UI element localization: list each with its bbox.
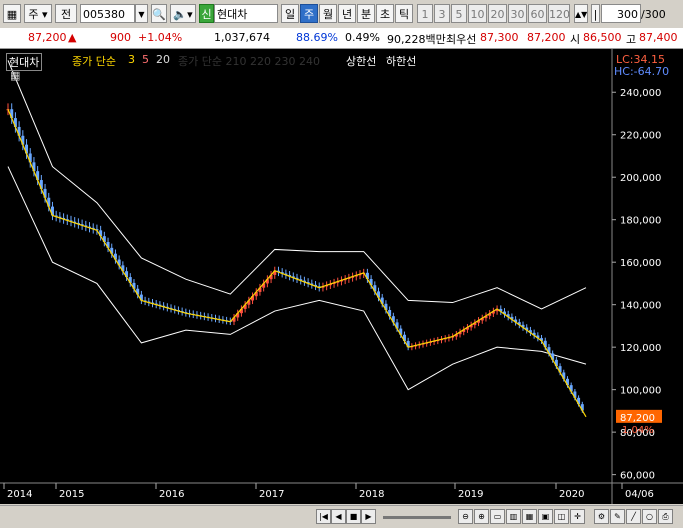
- period-tab-3[interactable]: 년: [338, 4, 356, 23]
- save-icon[interactable]: ▣: [538, 509, 553, 524]
- up-arrow-icon: ▲: [68, 31, 77, 44]
- current-price: 87,200: [28, 31, 67, 44]
- table-icon[interactable]: ▦: [10, 69, 20, 82]
- y-tick-label: 60,000: [620, 471, 655, 482]
- y-tick-label: 100,000: [620, 386, 661, 397]
- x-tick-label: 2017: [259, 489, 284, 500]
- price-chart[interactable]: 240,000 220,000 200,000 180,000 160,000 140,0…: [0, 49, 683, 504]
- code-input[interactable]: 005380: [80, 4, 135, 23]
- y-tick-label: 120,000: [620, 343, 661, 354]
- last-price-label: 87,200: [620, 413, 655, 424]
- pencil-icon[interactable]: ✎: [610, 509, 625, 524]
- badge-new: 신: [199, 4, 214, 23]
- upper-band-line: [7, 60, 587, 310]
- period-tab-6[interactable]: 틱: [395, 4, 413, 23]
- change-value: 900: [110, 31, 131, 44]
- prefer-label: 최우선: [446, 33, 477, 46]
- legend-ma-20: 20: [156, 53, 170, 66]
- period-tab-1[interactable]: 주: [300, 4, 318, 23]
- y-tick-label: 140,000: [620, 301, 661, 312]
- trade-amount: 90,228백만: [387, 33, 446, 46]
- layers-icon[interactable]: ◫: [554, 509, 569, 524]
- fit-icon[interactable]: ▭: [490, 509, 505, 524]
- bottom-toolbar: |◀ ◀ ■ ▶ ⊖ ⊕ ▭ ▥ ▦ ▣ ◫ ✛ ⚙ ✎ ╱ ○ ⎙: [0, 505, 683, 528]
- next-icon[interactable]: ▶: [361, 509, 376, 524]
- hc-label: HC:-64.70: [614, 65, 670, 78]
- zoom-in-icon[interactable]: ⊕: [474, 509, 489, 524]
- high-label: 고: [626, 33, 637, 46]
- turnover: 0.49%: [345, 31, 380, 44]
- search-icon[interactable]: 🔍: [151, 4, 167, 23]
- open-price: 86,500: [583, 31, 622, 44]
- circle-tool-icon[interactable]: ○: [642, 509, 657, 524]
- grid-view-icon[interactable]: ▦: [522, 509, 537, 524]
- volume-ratio: 88.69%: [296, 31, 338, 44]
- chevron-down-icon[interactable]: ▼: [135, 4, 148, 23]
- open-label: 시: [570, 33, 581, 46]
- x-tick-label: 2018: [359, 489, 384, 500]
- interval-tab-10[interactable]: 10: [468, 4, 487, 23]
- settings-icon[interactable]: ⚙: [594, 509, 609, 524]
- chart-canvas: 240,000 220,000 200,000 180,000 160,000 140,0…: [0, 49, 683, 504]
- legend-ma-5: 5: [142, 53, 149, 66]
- x-tick-label: 2019: [458, 489, 483, 500]
- y-tick-label: 180,000: [620, 216, 661, 227]
- x-tick-label: 2015: [59, 489, 84, 500]
- legend-upper-band: 상한선: [346, 55, 377, 68]
- x-tick-label: 2016: [159, 489, 184, 500]
- toolbar: ▦ 주 ▾ 전 005380 ▼ 🔍 🔈▾ 신 현대차 ▲▼ | 300 /30…: [0, 0, 683, 29]
- interval-tab-3[interactable]: 3: [434, 4, 450, 23]
- x-tick-label: 2014: [7, 489, 32, 500]
- ma-line: [7, 109, 587, 418]
- divider-handle[interactable]: |: [591, 4, 600, 23]
- interval-tab-5[interactable]: 5: [451, 4, 467, 23]
- interval-tab-60[interactable]: 60: [528, 4, 547, 23]
- high-price: 87,400: [639, 31, 678, 44]
- count-total: /300: [641, 8, 666, 21]
- y-tick-label: 160,000: [620, 258, 661, 269]
- first-icon[interactable]: |◀: [316, 509, 331, 524]
- x-tick-label: 04/06: [625, 489, 654, 500]
- period-tab-2[interactable]: 월: [319, 4, 337, 23]
- legend-ma-3: 3: [128, 53, 135, 66]
- print-icon[interactable]: ⎙: [658, 509, 673, 524]
- interval-tab-30[interactable]: 30: [508, 4, 527, 23]
- last-pct-label: 1.04%: [622, 425, 654, 436]
- scroll-slider[interactable]: [383, 516, 451, 519]
- legend-ma-dim: 종가 단순 210 220 230 240: [178, 55, 320, 68]
- y-tick-label: 240,000: [620, 88, 661, 99]
- split-icon[interactable]: ▥: [506, 509, 521, 524]
- zoom-out-icon[interactable]: ⊖: [458, 509, 473, 524]
- market-label: 주: [28, 8, 39, 21]
- interval-tab-20[interactable]: 20: [488, 4, 507, 23]
- change-percent: +1.04%: [138, 31, 183, 44]
- period-tab-0[interactable]: 일: [281, 4, 299, 23]
- market-select[interactable]: 주 ▾: [24, 4, 52, 23]
- type-button[interactable]: 전: [55, 4, 77, 23]
- interval-tab-1[interactable]: 1: [417, 4, 433, 23]
- stock-name-field[interactable]: 현대차: [214, 4, 278, 23]
- legend-lower-band: 하한선: [386, 55, 417, 68]
- quote-bar: 87,200 ▲ 900 +1.04% 1,037,674 88.69% 0.4…: [0, 28, 683, 49]
- stop-icon[interactable]: ■: [346, 509, 361, 524]
- volume: 1,037,674: [214, 31, 270, 44]
- period-tab-4[interactable]: 분: [357, 4, 375, 23]
- period-tab-5[interactable]: 초: [376, 4, 394, 23]
- line-tool-icon[interactable]: ╱: [626, 509, 641, 524]
- prev-icon[interactable]: ◀: [331, 509, 346, 524]
- ask-price: 87,300: [480, 31, 519, 44]
- speaker-icon[interactable]: 🔈▾: [170, 4, 196, 23]
- count-input[interactable]: 300: [601, 4, 641, 23]
- crosshair-icon[interactable]: ✛: [570, 509, 585, 524]
- legend-ma-label: 종가 단순: [72, 55, 116, 68]
- interval-tab-120[interactable]: 120: [548, 4, 570, 23]
- bid-price: 87,200: [527, 31, 566, 44]
- grid-icon[interactable]: ▦: [3, 4, 21, 23]
- x-tick-label: 2020: [559, 489, 584, 500]
- y-tick-label: 220,000: [620, 131, 661, 142]
- y-tick-label: 200,000: [620, 173, 661, 184]
- spinner-icon[interactable]: ▲▼: [574, 4, 588, 23]
